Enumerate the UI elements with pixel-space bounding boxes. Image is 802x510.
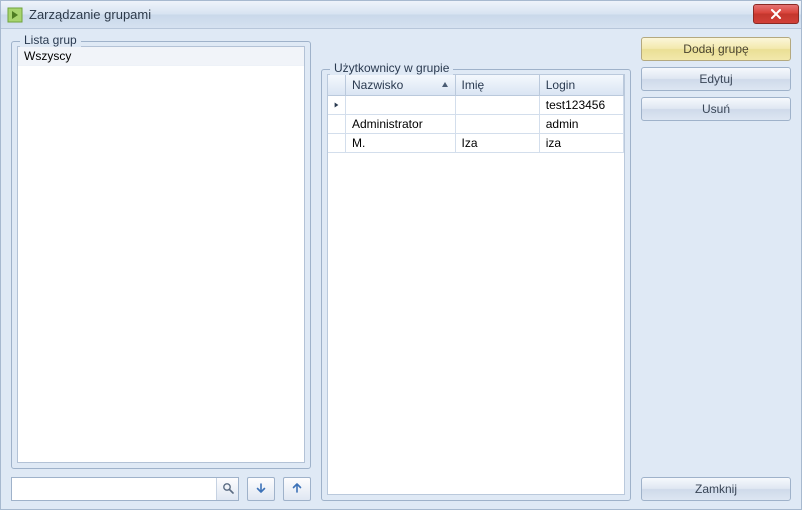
column-name-label: Imię <box>462 78 485 92</box>
cell-name <box>456 115 540 134</box>
move-up-button[interactable] <box>283 477 311 501</box>
window-close-button[interactable] <box>753 4 799 24</box>
delete-group-button[interactable]: Usuń <box>641 97 791 121</box>
table-row[interactable]: M. Iza iza <box>328 134 624 153</box>
grid-header: Nazwisko Imię Login <box>328 75 624 96</box>
grid-header-selector[interactable] <box>328 75 346 96</box>
cell-surname: Administrator <box>346 115 456 134</box>
cell-login: iza <box>540 134 624 153</box>
cell-name: Iza <box>456 134 540 153</box>
window-title: Zarządzanie grupami <box>29 7 753 22</box>
cell-surname: M. <box>346 134 456 153</box>
table-row[interactable]: test123456 <box>328 96 624 115</box>
add-group-button[interactable]: Dodaj grupę <box>641 37 791 61</box>
search-icon <box>222 482 234 497</box>
grid-header-name[interactable]: Imię <box>456 75 540 96</box>
left-column: Lista grup Wszyscy <box>11 41 311 501</box>
titlebar: Zarządzanie grupami <box>1 1 801 29</box>
arrow-up-icon <box>291 482 303 497</box>
group-list[interactable]: Wszyscy <box>17 46 305 463</box>
left-controls <box>11 477 311 501</box>
group-list-item[interactable]: Wszyscy <box>18 47 304 66</box>
window: Zarządzanie grupami Lista grup Wszyscy <box>0 0 802 510</box>
grid-header-surname[interactable]: Nazwisko <box>346 75 456 96</box>
search-input[interactable] <box>12 478 216 500</box>
row-indicator <box>328 96 346 115</box>
sort-asc-icon <box>441 78 449 92</box>
cell-login: admin <box>540 115 624 134</box>
client-area: Lista grup Wszyscy <box>1 29 801 509</box>
search-wrap <box>11 477 239 501</box>
grid-body: test123456 Administrator admin M. Iza iz… <box>328 96 624 494</box>
right-button-column: Dodaj grupę Edytuj Usuń <box>641 37 791 477</box>
search-button[interactable] <box>216 478 238 500</box>
move-down-button[interactable] <box>247 477 275 501</box>
users-legend: Użytkownicy w grupie <box>330 61 453 75</box>
column-login-label: Login <box>546 78 575 92</box>
table-row[interactable]: Administrator admin <box>328 115 624 134</box>
close-button[interactable]: Zamknij <box>641 477 791 501</box>
cell-surname <box>346 96 456 115</box>
cell-name <box>456 96 540 115</box>
group-list-fieldset: Lista grup Wszyscy <box>11 41 311 469</box>
users-fieldset: Użytkownicy w grupie Nazwisko Imię Login <box>321 69 631 501</box>
group-list-legend: Lista grup <box>20 33 81 47</box>
cell-login: test123456 <box>540 96 624 115</box>
arrow-down-icon <box>255 482 267 497</box>
row-indicator <box>328 115 346 134</box>
edit-group-button[interactable]: Edytuj <box>641 67 791 91</box>
users-grid[interactable]: Nazwisko Imię Login <box>327 74 625 495</box>
grid-header-login[interactable]: Login <box>540 75 624 96</box>
row-indicator <box>328 134 346 153</box>
column-surname-label: Nazwisko <box>352 78 403 92</box>
app-icon <box>7 7 23 23</box>
